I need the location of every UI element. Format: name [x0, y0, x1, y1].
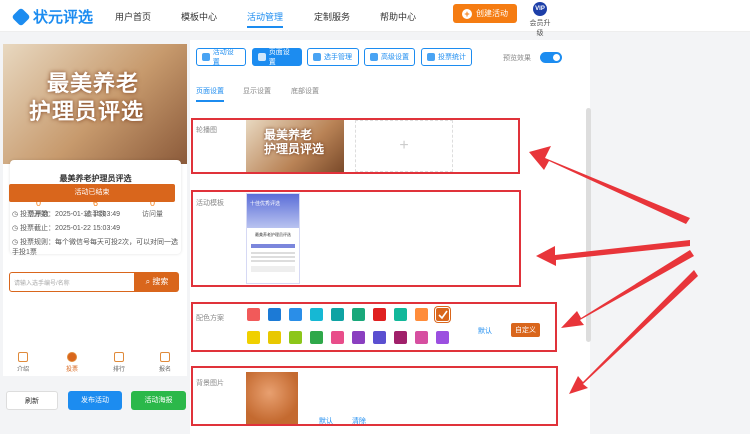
arrow-2	[536, 240, 690, 266]
arrow-3	[561, 250, 694, 328]
arrow-1	[529, 146, 690, 224]
annotation-arrows	[529, 146, 698, 394]
